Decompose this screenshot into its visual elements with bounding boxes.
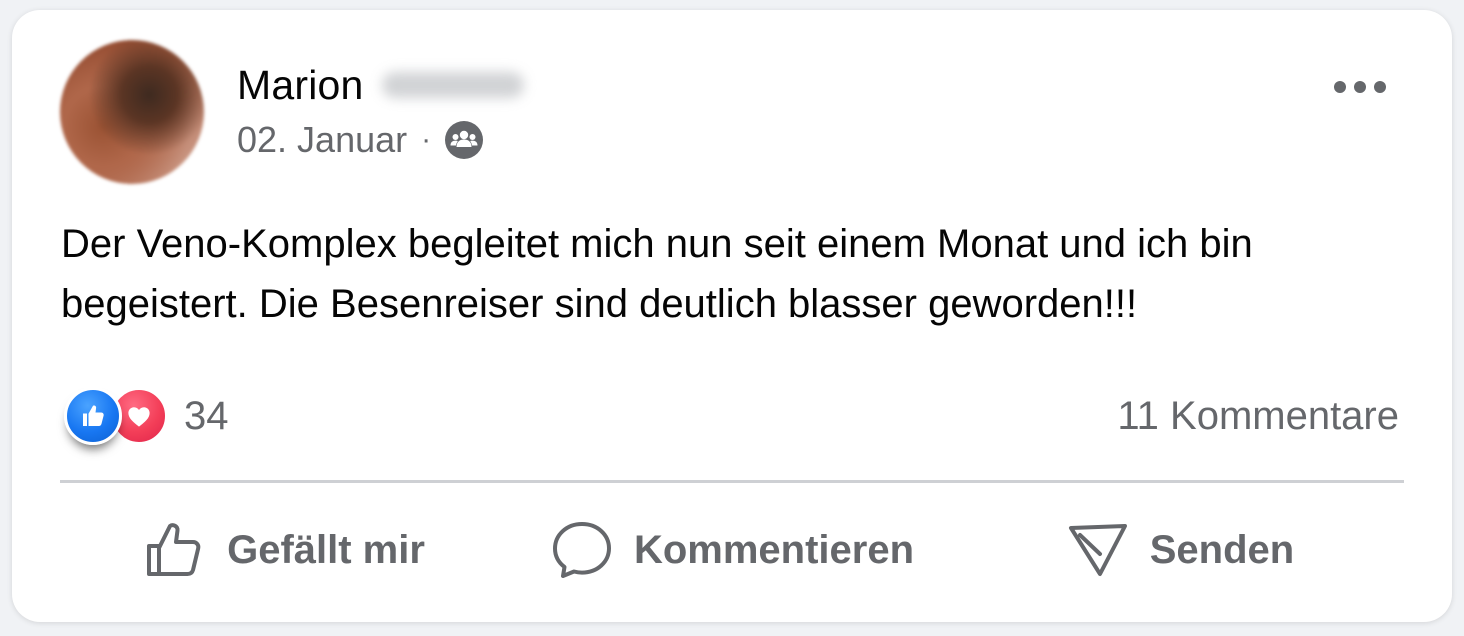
- post-date[interactable]: 02. Januar: [237, 119, 407, 161]
- send-button-label: Senden: [1149, 527, 1295, 572]
- comment-button[interactable]: Kommentieren: [508, 490, 956, 610]
- divider: [60, 480, 1404, 483]
- post-text: Der Veno-Komplex begleitet mich nun seit…: [61, 222, 1253, 326]
- meta-separator: ·: [421, 123, 432, 156]
- action-bar: Gefällt mir Kommentieren Senden: [60, 490, 1404, 610]
- reactions-summary[interactable]: 34: [64, 387, 229, 445]
- send-icon: [1068, 524, 1127, 576]
- comments-count-link[interactable]: 11 Kommentare: [1117, 390, 1399, 442]
- reaction-count: 34: [184, 393, 229, 438]
- author-name[interactable]: Marion: [237, 62, 364, 109]
- more-dot: [1374, 81, 1386, 93]
- more-dot: [1334, 81, 1346, 93]
- more-options-icon[interactable]: [1334, 76, 1386, 98]
- thumbs-up-icon: [147, 523, 201, 576]
- post-card: Marion 02. Januar · Der Veno-Komplex beg…: [12, 10, 1452, 622]
- friends-icon[interactable]: [443, 119, 485, 161]
- author-row: Marion: [237, 60, 524, 110]
- comment-button-label: Kommentieren: [633, 527, 915, 572]
- like-reaction-icon: [64, 387, 122, 445]
- send-button[interactable]: Senden: [956, 490, 1404, 610]
- redacted-surname: [381, 72, 524, 98]
- avatar[interactable]: [60, 40, 204, 184]
- comment-bubble-icon: [552, 522, 611, 578]
- more-dot: [1354, 81, 1366, 93]
- like-button-label: Gefällt mir: [227, 527, 425, 572]
- like-button[interactable]: Gefällt mir: [60, 490, 508, 610]
- post-meta: 02. Januar ·: [237, 118, 485, 162]
